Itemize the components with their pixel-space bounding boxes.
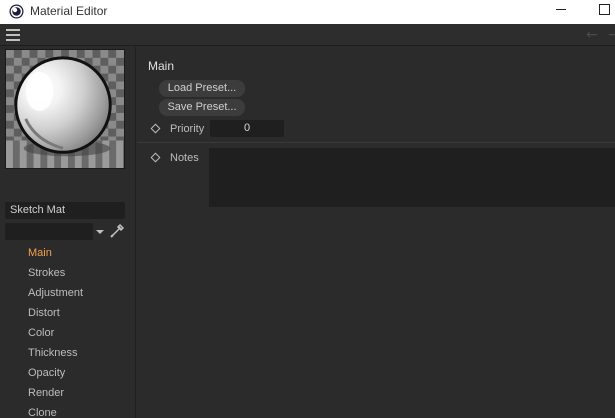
material-name-field[interactable]: Sketch Mat (5, 202, 125, 219)
window-titlebar: Material Editor (0, 0, 615, 24)
maximize-button[interactable] (594, 2, 614, 20)
channel-item-render[interactable]: Render (28, 385, 83, 405)
channel-item-main[interactable]: Main (28, 245, 83, 265)
hamburger-menu-icon[interactable] (6, 29, 20, 41)
editor-toolbar: ← → (0, 24, 615, 46)
channel-item-color[interactable]: Color (28, 325, 83, 345)
channel-item-strokes[interactable]: Strokes (28, 265, 83, 285)
keyframe-diamond-icon[interactable] (150, 152, 161, 163)
load-preset-button[interactable]: Load Preset... (159, 80, 245, 97)
channel-item-distort[interactable]: Distort (28, 305, 83, 325)
divider (137, 142, 615, 143)
notes-label: Notes (170, 152, 199, 164)
save-preset-button[interactable]: Save Preset... (159, 99, 245, 116)
channel-item-thickness[interactable]: Thickness (28, 345, 83, 365)
channel-item-adjustment[interactable]: Adjustment (28, 285, 83, 305)
notes-parameter: Notes (137, 147, 615, 209)
cinema4d-logo-icon (9, 4, 24, 19)
material-layer-dropdown[interactable] (5, 223, 93, 240)
channel-list: Main Strokes Adjustment Distort Color Th… (28, 245, 83, 418)
priority-parameter: Priority 0 (137, 119, 615, 139)
window-title: Material Editor (30, 4, 108, 18)
section-title: Main (148, 59, 175, 73)
channel-item-opacity[interactable]: Opacity (28, 365, 83, 385)
chevron-down-icon[interactable] (96, 230, 104, 234)
material-sphere-preview[interactable] (5, 49, 125, 169)
arrow-right-icon[interactable]: → (608, 27, 615, 43)
arrow-left-icon[interactable]: ← (586, 27, 598, 43)
priority-label: Priority (170, 123, 205, 135)
eyedropper-icon[interactable] (109, 223, 125, 239)
channel-item-clone[interactable]: Clone (28, 405, 83, 418)
minimize-button[interactable] (551, 2, 571, 20)
history-navigation: ← → (586, 27, 615, 43)
material-sidebar: Sketch Mat Main Strokes Adjustment Disto… (0, 47, 136, 418)
notes-textarea[interactable] (209, 148, 615, 207)
priority-input[interactable]: 0 (210, 120, 284, 137)
attributes-panel: Main Load Preset... Save Preset... Prior… (137, 47, 615, 418)
keyframe-diamond-icon[interactable] (150, 123, 161, 134)
